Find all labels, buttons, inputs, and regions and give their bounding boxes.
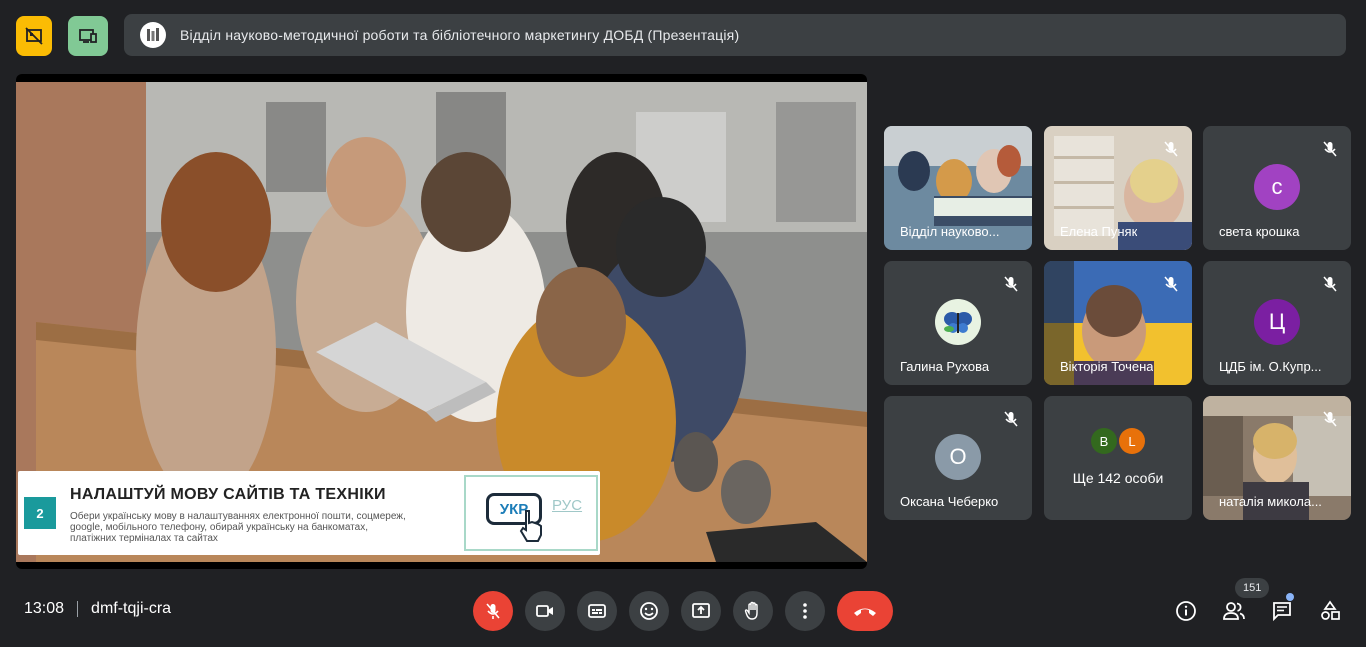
- captions-icon: [588, 604, 606, 618]
- unread-dot: [1286, 593, 1294, 601]
- divider: [77, 601, 79, 617]
- more-avatars: B L: [1044, 428, 1192, 454]
- participant-tile-2[interactable]: Елена Пуняк: [1044, 126, 1192, 250]
- mic-off-icon: [486, 603, 500, 619]
- info-icon: [1176, 601, 1196, 621]
- slide-heading: НАЛАШТУЙ МОВУ САЙТІВ ТА ТЕХНІКИ: [70, 486, 386, 503]
- mic-off-icon: [1004, 411, 1018, 427]
- raise-hand-button[interactable]: [733, 591, 773, 631]
- participant-tile-8[interactable]: наталія микола...: [1203, 396, 1351, 520]
- presentation-stage: 2 НАЛАШТУЙ МОВУ САЙТІВ ТА ТЕХНІКИ Обери …: [16, 74, 867, 569]
- participant-name: Вікторія Точена: [1060, 359, 1154, 374]
- present-icon: [692, 603, 710, 618]
- emoji-icon: [640, 602, 658, 620]
- avatar: Ц: [1254, 299, 1300, 345]
- present-screen-button[interactable]: [68, 16, 108, 56]
- chat-icon: [1273, 602, 1291, 622]
- no-present-button[interactable]: [16, 16, 52, 56]
- avatar: [935, 299, 981, 345]
- camera-toggle-button[interactable]: [525, 591, 565, 631]
- presenting-bar[interactable]: Відділ науково-методичної роботи та бібл…: [124, 14, 1346, 56]
- participant-tile-4[interactable]: Галина Рухова: [884, 261, 1032, 385]
- present-screen-icon: [79, 29, 97, 43]
- mic-off-icon: [1164, 276, 1178, 292]
- chat-button[interactable]: [1269, 598, 1295, 624]
- participant-name: Елена Пуняк: [1060, 224, 1138, 239]
- participant-tile-3[interactable]: с света крошка: [1203, 126, 1351, 250]
- slide-description: Обери українську мову в налаштуваннях ел…: [70, 511, 406, 544]
- end-call-icon: [854, 608, 876, 616]
- mic-off-icon: [1004, 276, 1018, 292]
- leave-call-button[interactable]: [837, 591, 893, 631]
- mic-off-icon: [1323, 141, 1337, 157]
- slide-banner: 2 НАЛАШТУЙ МОВУ САЙТІВ ТА ТЕХНІКИ Обери …: [18, 471, 600, 555]
- camera-icon: [536, 605, 553, 617]
- participant-name: наталія микола...: [1219, 494, 1322, 509]
- participant-tile-5[interactable]: Вікторія Точена: [1044, 261, 1192, 385]
- captions-button[interactable]: [577, 591, 617, 631]
- avatar: О: [935, 434, 981, 480]
- presenter-logo: [140, 22, 166, 48]
- meeting-time: 13:08: [24, 600, 65, 617]
- mic-off-icon: [1323, 276, 1337, 292]
- pointer-hand-icon: [519, 510, 542, 542]
- participant-name: света крошка: [1219, 224, 1300, 239]
- participant-count-badge: 151: [1235, 578, 1270, 598]
- people-icon: [1223, 602, 1245, 620]
- reactions-button[interactable]: [629, 591, 669, 631]
- avatar: с: [1254, 164, 1300, 210]
- more-options-icon: [803, 603, 807, 619]
- mic-off-icon: [1323, 411, 1337, 427]
- participant-name: ЦДБ ім. О.Купр...: [1219, 359, 1322, 374]
- participant-tile-7[interactable]: О Оксана Чеберко: [884, 396, 1032, 520]
- mic-toggle-button[interactable]: [473, 591, 513, 631]
- meeting-info: 13:08 dmf-tqji-cra: [24, 600, 171, 618]
- participant-name: Оксана Чеберко: [900, 494, 999, 509]
- no-present-icon: [25, 27, 43, 45]
- language-switch-illustration: УКР РУС: [464, 475, 598, 551]
- participant-name: Відділ науково...: [900, 224, 1000, 239]
- meeting-details-button[interactable]: [1173, 598, 1199, 624]
- activities-button[interactable]: [1317, 598, 1343, 624]
- slide-number: 2: [24, 497, 56, 529]
- more-participants-label: Ще 142 особи: [1072, 470, 1164, 486]
- meeting-code: dmf-tqji-cra: [91, 600, 172, 617]
- activities-icon: [1321, 600, 1340, 620]
- raise-hand-icon: [744, 601, 758, 620]
- participant-tile-1[interactable]: Відділ науково...: [884, 126, 1032, 250]
- meet-window: Відділ науково-методичної роботи та бібл…: [0, 0, 1366, 647]
- mic-off-icon: [1164, 141, 1178, 157]
- more-participants-tile[interactable]: B L Ще 142 особи: [1044, 396, 1192, 520]
- people-button[interactable]: [1221, 598, 1247, 624]
- lang-rus-label: РУС: [552, 497, 583, 514]
- avatar: B: [1091, 428, 1117, 454]
- more-options-button[interactable]: [785, 591, 825, 631]
- participant-tile-6[interactable]: Ц ЦДБ ім. О.Купр...: [1203, 261, 1351, 385]
- present-now-button[interactable]: [681, 591, 721, 631]
- avatar: L: [1119, 428, 1145, 454]
- butterfly-icon: [944, 312, 972, 333]
- participant-name: Галина Рухова: [900, 359, 990, 374]
- presentation-title: Відділ науково-методичної роботи та бібл…: [180, 27, 740, 43]
